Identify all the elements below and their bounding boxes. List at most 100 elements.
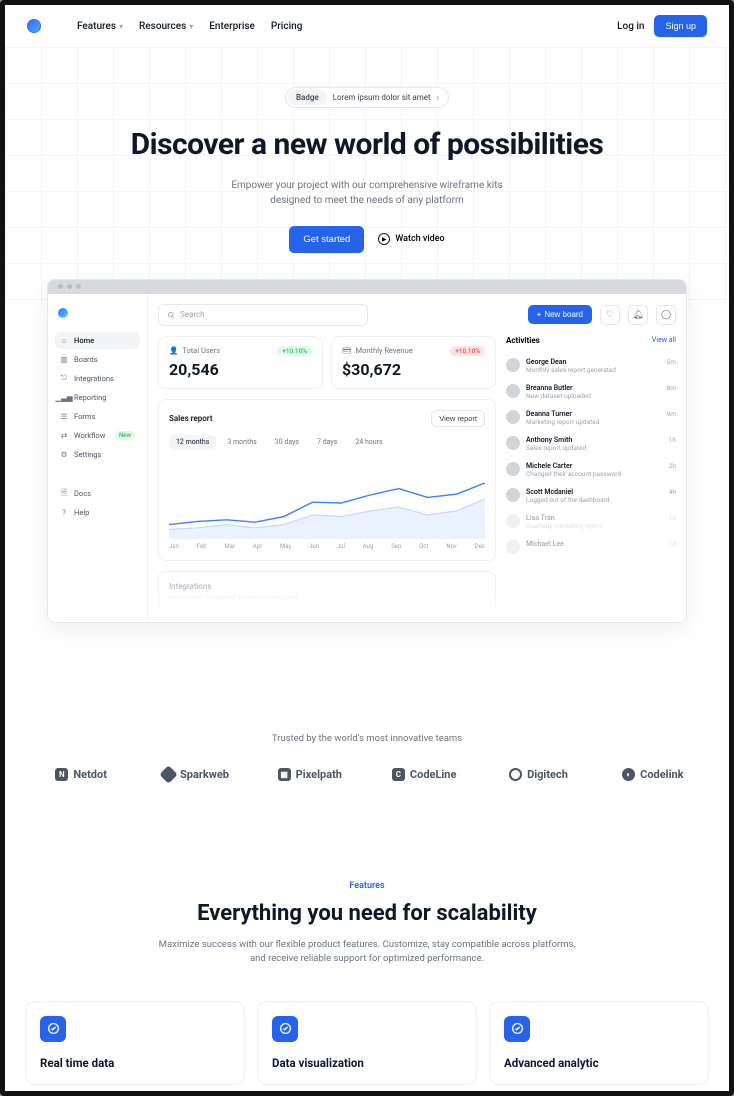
nav-resources[interactable]: Resources▾ [139,21,193,32]
home-icon: ⌂ [60,336,68,344]
tab-24-hours[interactable]: 24 hours [348,435,389,449]
bar-icon: ▁▃▅ [60,393,68,401]
tab-7-days[interactable]: 7 days [310,435,344,449]
activity-name: Anthony Smith [526,436,663,444]
avatar [506,384,520,398]
feature-card-title: Real time data [40,1056,230,1070]
favorite-button[interactable]: ♡ [600,305,620,325]
activity-item: Scott McdanielLogged out of the dashboar… [506,483,676,509]
brand-logos-row: NNetdotSparkweb▦PixelpathCCodeLineDigite… [25,768,709,781]
hero-badge[interactable]: Badge Lorem ipsum dolor sit amet › [285,87,449,108]
hero-section: Badge Lorem ipsum dolor sit amet › Disco… [5,47,729,643]
view-report-button[interactable]: View report [431,410,485,427]
new-board-label: New board [544,310,583,319]
month-label: Oct [419,543,428,550]
new-badge: New [115,431,135,440]
activity-desc: Marketing report updated [526,418,661,426]
check-icon [40,1016,66,1042]
brand-pixelpath: ▦Pixelpath [258,768,362,781]
activity-item: Lisa TranQuarterly marketing report1d [506,509,676,535]
nav-enterprise-label: Enterprise [209,21,255,32]
month-label: Feb [197,543,207,550]
month-label: Aug [363,543,374,550]
brand-icon: ◐ [622,768,635,781]
nav-features-label: Features [77,21,116,32]
avatar [506,488,520,502]
sidebar-item-label: Help [74,508,89,517]
activity-name: George Dean [526,358,661,366]
hero-subtitle: Empower your project with our comprehens… [212,178,522,208]
activity-desc: Changed their account password [526,470,663,478]
sidebar-item-settings[interactable]: ⚙Settings [55,446,140,463]
stat-users-value: 20,546 [169,360,312,379]
activity-name: Scott Mcdaniel [526,488,663,496]
gear-icon: ⚙ [60,450,68,458]
plus-icon: + [537,310,542,319]
activity-desc: New dataset uploaded [526,392,661,400]
brand-icon: N [55,768,68,781]
month-label: Nov [446,543,457,550]
window-titlebar [48,280,686,294]
chart-months: JanFebMarAprMayJunJulAugSepOctNovDec [169,543,485,550]
nav-pricing[interactable]: Pricing [271,21,302,32]
revenue-icon: 💳︎ [342,346,352,355]
notifications-button[interactable]: 🔔︎ [628,305,648,325]
sidebar-item-integrations[interactable]: ⎋Integrations [55,370,140,387]
avatar [506,514,520,528]
month-label: May [280,543,291,550]
tab-12-months[interactable]: 12 months [169,435,216,449]
feature-cards-row: Real time data Data visualization Advanced… [25,1001,709,1085]
activity-desc: Sales report updated [526,444,663,452]
avatar [506,540,520,554]
features-overline: Features [25,881,709,891]
form-icon: ☰ [60,412,68,420]
chevron-down-icon: ▾ [119,22,123,31]
doc-icon: 🗎 [60,489,68,497]
kanban-icon: ▥ [60,355,68,363]
users-icon: 👤 [169,346,178,355]
brand-icon [159,765,177,783]
brand-digitech: Digitech [486,768,590,781]
activity-time: 1d [669,540,676,554]
activity-time: 1h [669,436,676,452]
activity-name: Deanna Turner [526,410,661,418]
brand-codelink: ◐Codelink [601,768,705,781]
watch-video-button[interactable]: ▶ Watch video [378,233,444,245]
sidebar-item-boards[interactable]: ▥Boards [55,351,140,368]
feature-card-title: Data visualization [272,1056,462,1070]
activity-item: Michele CarterChanged their account pass… [506,457,676,483]
feature-card-title: Advanced analytic [504,1056,694,1070]
activity-name: Michael Lee [526,540,663,548]
stat-revenue-delta: +10.10% [450,346,485,356]
brand-name: Sparkweb [180,768,229,781]
activity-desc: Logged out of the dashboard [526,496,663,504]
user-icon: ◯ [661,310,671,320]
stat-users-delta: +10.10% [277,346,312,356]
tab-3-months[interactable]: 3 months [220,435,263,449]
avatar-button[interactable]: ◯ [656,305,676,325]
sidebar-item-forms[interactable]: ☰Forms [55,408,140,425]
search-placeholder: Search [180,310,205,319]
brand-sparkweb: Sparkweb [143,768,247,781]
login-link[interactable]: Log in [617,21,644,32]
dashboard-main: Search + New board ♡ 🔔︎ ◯ [148,294,686,622]
search-input[interactable]: Search [158,304,368,326]
sidebar-item-docs[interactable]: 🗎Docs [55,485,140,502]
integrations-card: Integrations Access and manage all your … [158,571,496,612]
avatar [506,358,520,372]
stat-revenue-label: Monthly Revenue [356,346,413,355]
sidebar-item-reporting[interactable]: ▁▃▅Reporting [55,389,140,406]
sidebar-item-workflow[interactable]: ⇄WorkflowNew [55,427,140,444]
signup-button[interactable]: Sign up [654,15,707,37]
sidebar-item-help[interactable]: ?Help [55,504,140,521]
get-started-button[interactable]: Get started [289,226,364,253]
tab-30-days[interactable]: 30 days [268,435,306,449]
check-icon [504,1016,530,1042]
nav-enterprise[interactable]: Enterprise [209,21,255,32]
new-board-button[interactable]: + New board [528,305,592,324]
avatar [506,462,520,476]
sidebar-item-home[interactable]: ⌂Home [55,332,140,349]
activity-time: 5m [667,358,676,374]
view-all-link[interactable]: View all [652,336,676,344]
nav-features[interactable]: Features▾ [77,21,123,32]
